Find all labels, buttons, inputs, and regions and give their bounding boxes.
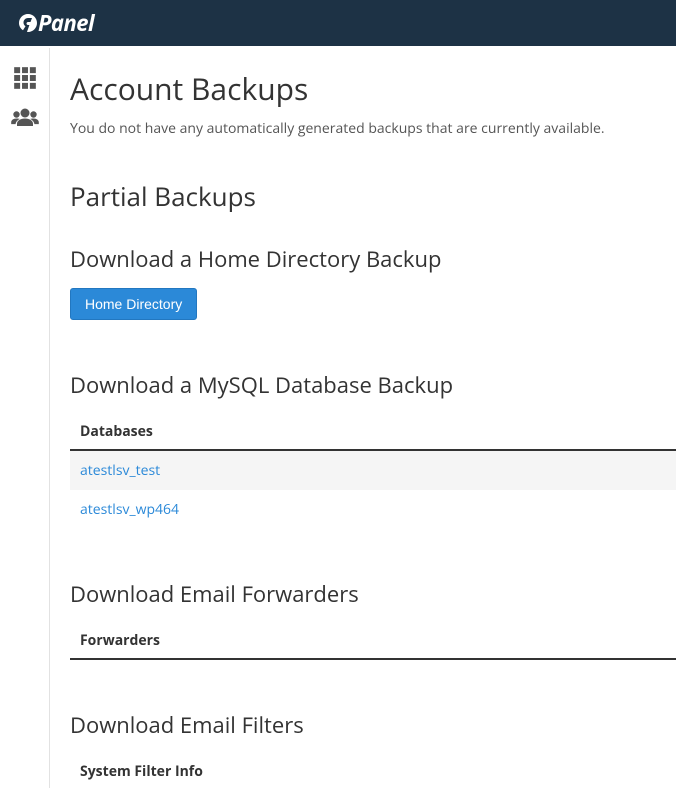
- users-icon: [11, 107, 39, 129]
- forwarders-table: Forwarders: [70, 623, 676, 660]
- sidebar-item-users[interactable]: [0, 98, 49, 138]
- grid-icon: [12, 65, 38, 91]
- cpanel-logo-icon: [16, 11, 40, 35]
- home-dir-heading: Download a Home Directory Backup: [70, 244, 676, 274]
- mysql-heading: Download a MySQL Database Backup: [70, 370, 676, 400]
- page-title: Account Backups: [70, 68, 676, 109]
- main-content: Account Backups You do not have any auto…: [50, 48, 676, 788]
- db-link[interactable]: atestlsv_wp464: [80, 500, 179, 519]
- sidebar: [0, 48, 50, 788]
- mysql-table-body: atestlsv_test atestlsv_wp464: [70, 451, 676, 529]
- forwarders-heading: Download Email Forwarders: [70, 579, 676, 609]
- partial-backups-heading: Partial Backups: [70, 178, 676, 214]
- cpanel-logo[interactable]: Panel: [16, 10, 94, 36]
- filters-section: Download Email Filters System Filter Inf…: [70, 710, 676, 788]
- top-header: Panel: [0, 0, 676, 48]
- filters-heading: Download Email Filters: [70, 710, 676, 740]
- forwarders-section: Download Email Forwarders Forwarders: [70, 579, 676, 660]
- home-directory-button[interactable]: Home Directory: [70, 288, 197, 320]
- filters-table-header: System Filter Info: [70, 754, 676, 788]
- sidebar-item-apps[interactable]: [0, 58, 49, 98]
- filters-table: System Filter Info: [70, 754, 676, 788]
- mysql-section: Download a MySQL Database Backup Databas…: [70, 370, 676, 529]
- table-row: atestlsv_wp464: [70, 490, 676, 529]
- mysql-table: Databases atestlsv_test atestlsv_wp464: [70, 414, 676, 529]
- info-text: You do not have any automatically genera…: [70, 119, 676, 138]
- cpanel-logo-text: Panel: [38, 8, 94, 38]
- db-link[interactable]: atestlsv_test: [80, 461, 160, 480]
- mysql-table-header: Databases: [70, 414, 676, 451]
- table-row: atestlsv_test: [70, 451, 676, 490]
- home-dir-section: Download a Home Directory Backup Home Di…: [70, 244, 676, 320]
- forwarders-table-header: Forwarders: [70, 623, 676, 660]
